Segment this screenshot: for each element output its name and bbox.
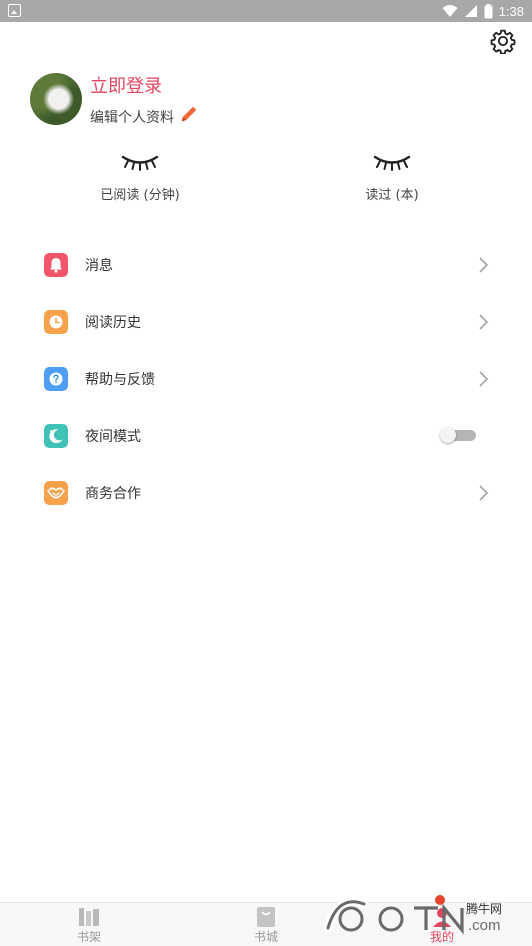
status-bar: 1:38 [0,0,532,22]
moon-icon [44,424,68,448]
svg-text:.com: .com [468,917,501,934]
settings-menu: 消息 阅读历史 帮助与反馈 夜间模式 商务合作 [0,236,532,521]
closed-eye-icon [373,155,411,171]
help-icon [44,367,68,391]
battery-icon [484,3,493,18]
closed-eye-icon [121,155,159,171]
signal-icon [464,5,477,17]
menu-item-help-feedback[interactable]: 帮助与反馈 [0,350,532,407]
toggle-knob [440,427,456,443]
menu-item-messages[interactable]: 消息 [0,236,532,293]
menu-item-night-mode: 夜间模式 [0,407,532,464]
watermark-text: 腾牛网 [466,902,503,916]
clock-icon [44,310,68,334]
menu-item-label: 夜间模式 [85,429,141,445]
night-mode-toggle[interactable] [440,427,476,443]
chevron-right-icon [479,371,489,387]
status-time: 1:38 [498,3,524,19]
chevron-right-icon [479,485,489,501]
nav-label: 书城 [253,930,278,944]
bookshelf-icon [79,908,99,926]
edit-profile-link[interactable]: 编辑个人资料 [90,106,200,127]
edit-profile-label: 编辑个人资料 [90,110,174,126]
menu-item-label: 商务合作 [85,486,141,502]
login-link[interactable]: 立即登录 [90,72,162,98]
bell-icon [44,253,68,277]
pencil-icon [181,106,197,122]
wifi-icon [442,5,458,17]
handshake-icon [44,481,68,505]
menu-item-label: 帮助与反馈 [85,372,155,388]
stat-label: 已阅读 (分钟) [100,188,180,203]
watermark: .com 腾牛网 [318,888,530,946]
nav-bookshelf[interactable]: 书架 [59,903,119,946]
stat-read-minutes: 已阅读 (分钟) [70,152,210,203]
stat-books-read: 读过 (本) [322,152,462,203]
chevron-right-icon [479,257,489,273]
qqtn-logo: .com [323,895,501,935]
chevron-right-icon [479,314,489,330]
menu-item-label: 消息 [85,258,113,274]
menu-item-label: 阅读历史 [85,315,141,331]
menu-item-reading-history[interactable]: 阅读历史 [0,293,532,350]
gear-icon[interactable] [490,28,516,54]
shopping-bag-icon [257,907,275,927]
notification-icon [8,4,21,17]
menu-item-business[interactable]: 商务合作 [0,464,532,521]
nav-label: 书架 [76,930,101,944]
stat-label: 读过 (本) [365,188,419,203]
nav-bookstore[interactable]: 书城 [236,903,296,946]
avatar[interactable] [30,73,82,125]
